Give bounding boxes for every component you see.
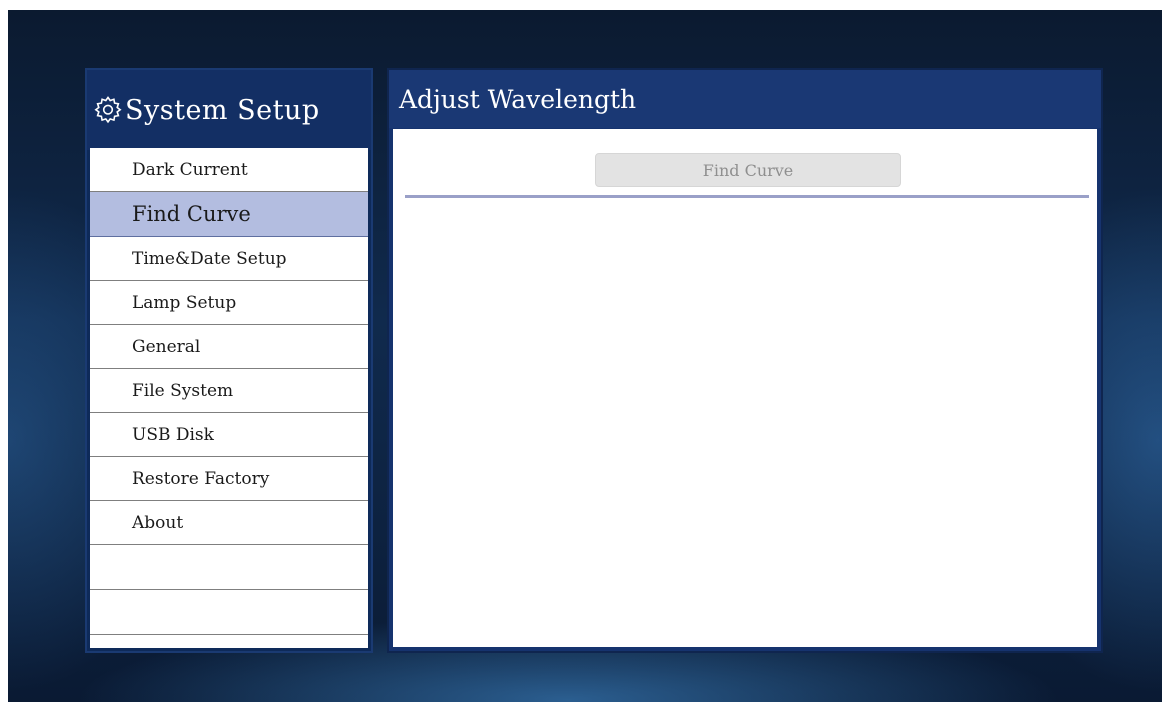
adjust-wavelength-panel: Adjust Wavelength Find Curve xyxy=(387,68,1103,653)
content-area: Find Curve xyxy=(393,129,1097,647)
menu-item-about[interactable]: About xyxy=(90,501,368,545)
menu-item-label: Restore Factory xyxy=(132,468,270,489)
setup-menu: Dark Current Find Curve Time&Date Setup … xyxy=(90,148,368,648)
find-curve-button-label: Find Curve xyxy=(702,160,794,180)
menu-item-label: Time&Date Setup xyxy=(132,248,287,269)
menu-item-restore-factory[interactable]: Restore Factory xyxy=(90,457,368,501)
menu-item-empty xyxy=(90,545,368,590)
system-setup-title: System Setup xyxy=(125,94,320,126)
menu-item-general[interactable]: General xyxy=(90,325,368,369)
menu-item-find-curve[interactable]: Find Curve xyxy=(90,192,368,237)
menu-item-time-date-setup[interactable]: Time&Date Setup xyxy=(90,237,368,281)
menu-item-file-system[interactable]: File System xyxy=(90,369,368,413)
menu-item-label: About xyxy=(132,512,184,533)
menu-item-usb-disk[interactable]: USB Disk xyxy=(90,413,368,457)
menu-item-empty xyxy=(90,590,368,635)
menu-item-label: Lamp Setup xyxy=(132,292,237,313)
menu-item-label: USB Disk xyxy=(132,424,214,445)
page-title: Adjust Wavelength xyxy=(399,84,637,114)
menu-item-dark-current[interactable]: Dark Current xyxy=(90,148,368,192)
menu-item-label: General xyxy=(132,336,201,357)
menu-item-label: Dark Current xyxy=(132,159,248,180)
menu-item-label: File System xyxy=(132,380,234,401)
find-curve-button[interactable]: Find Curve xyxy=(595,153,901,187)
system-setup-panel: System Setup Dark Current Find Curve Tim… xyxy=(85,68,373,653)
adjust-wavelength-header: Adjust Wavelength xyxy=(389,70,1101,128)
system-setup-header: System Setup xyxy=(87,70,371,150)
content-divider xyxy=(405,195,1089,198)
menu-item-lamp-setup[interactable]: Lamp Setup xyxy=(90,281,368,325)
menu-item-label: Find Curve xyxy=(132,202,251,226)
gear-icon xyxy=(94,96,122,124)
